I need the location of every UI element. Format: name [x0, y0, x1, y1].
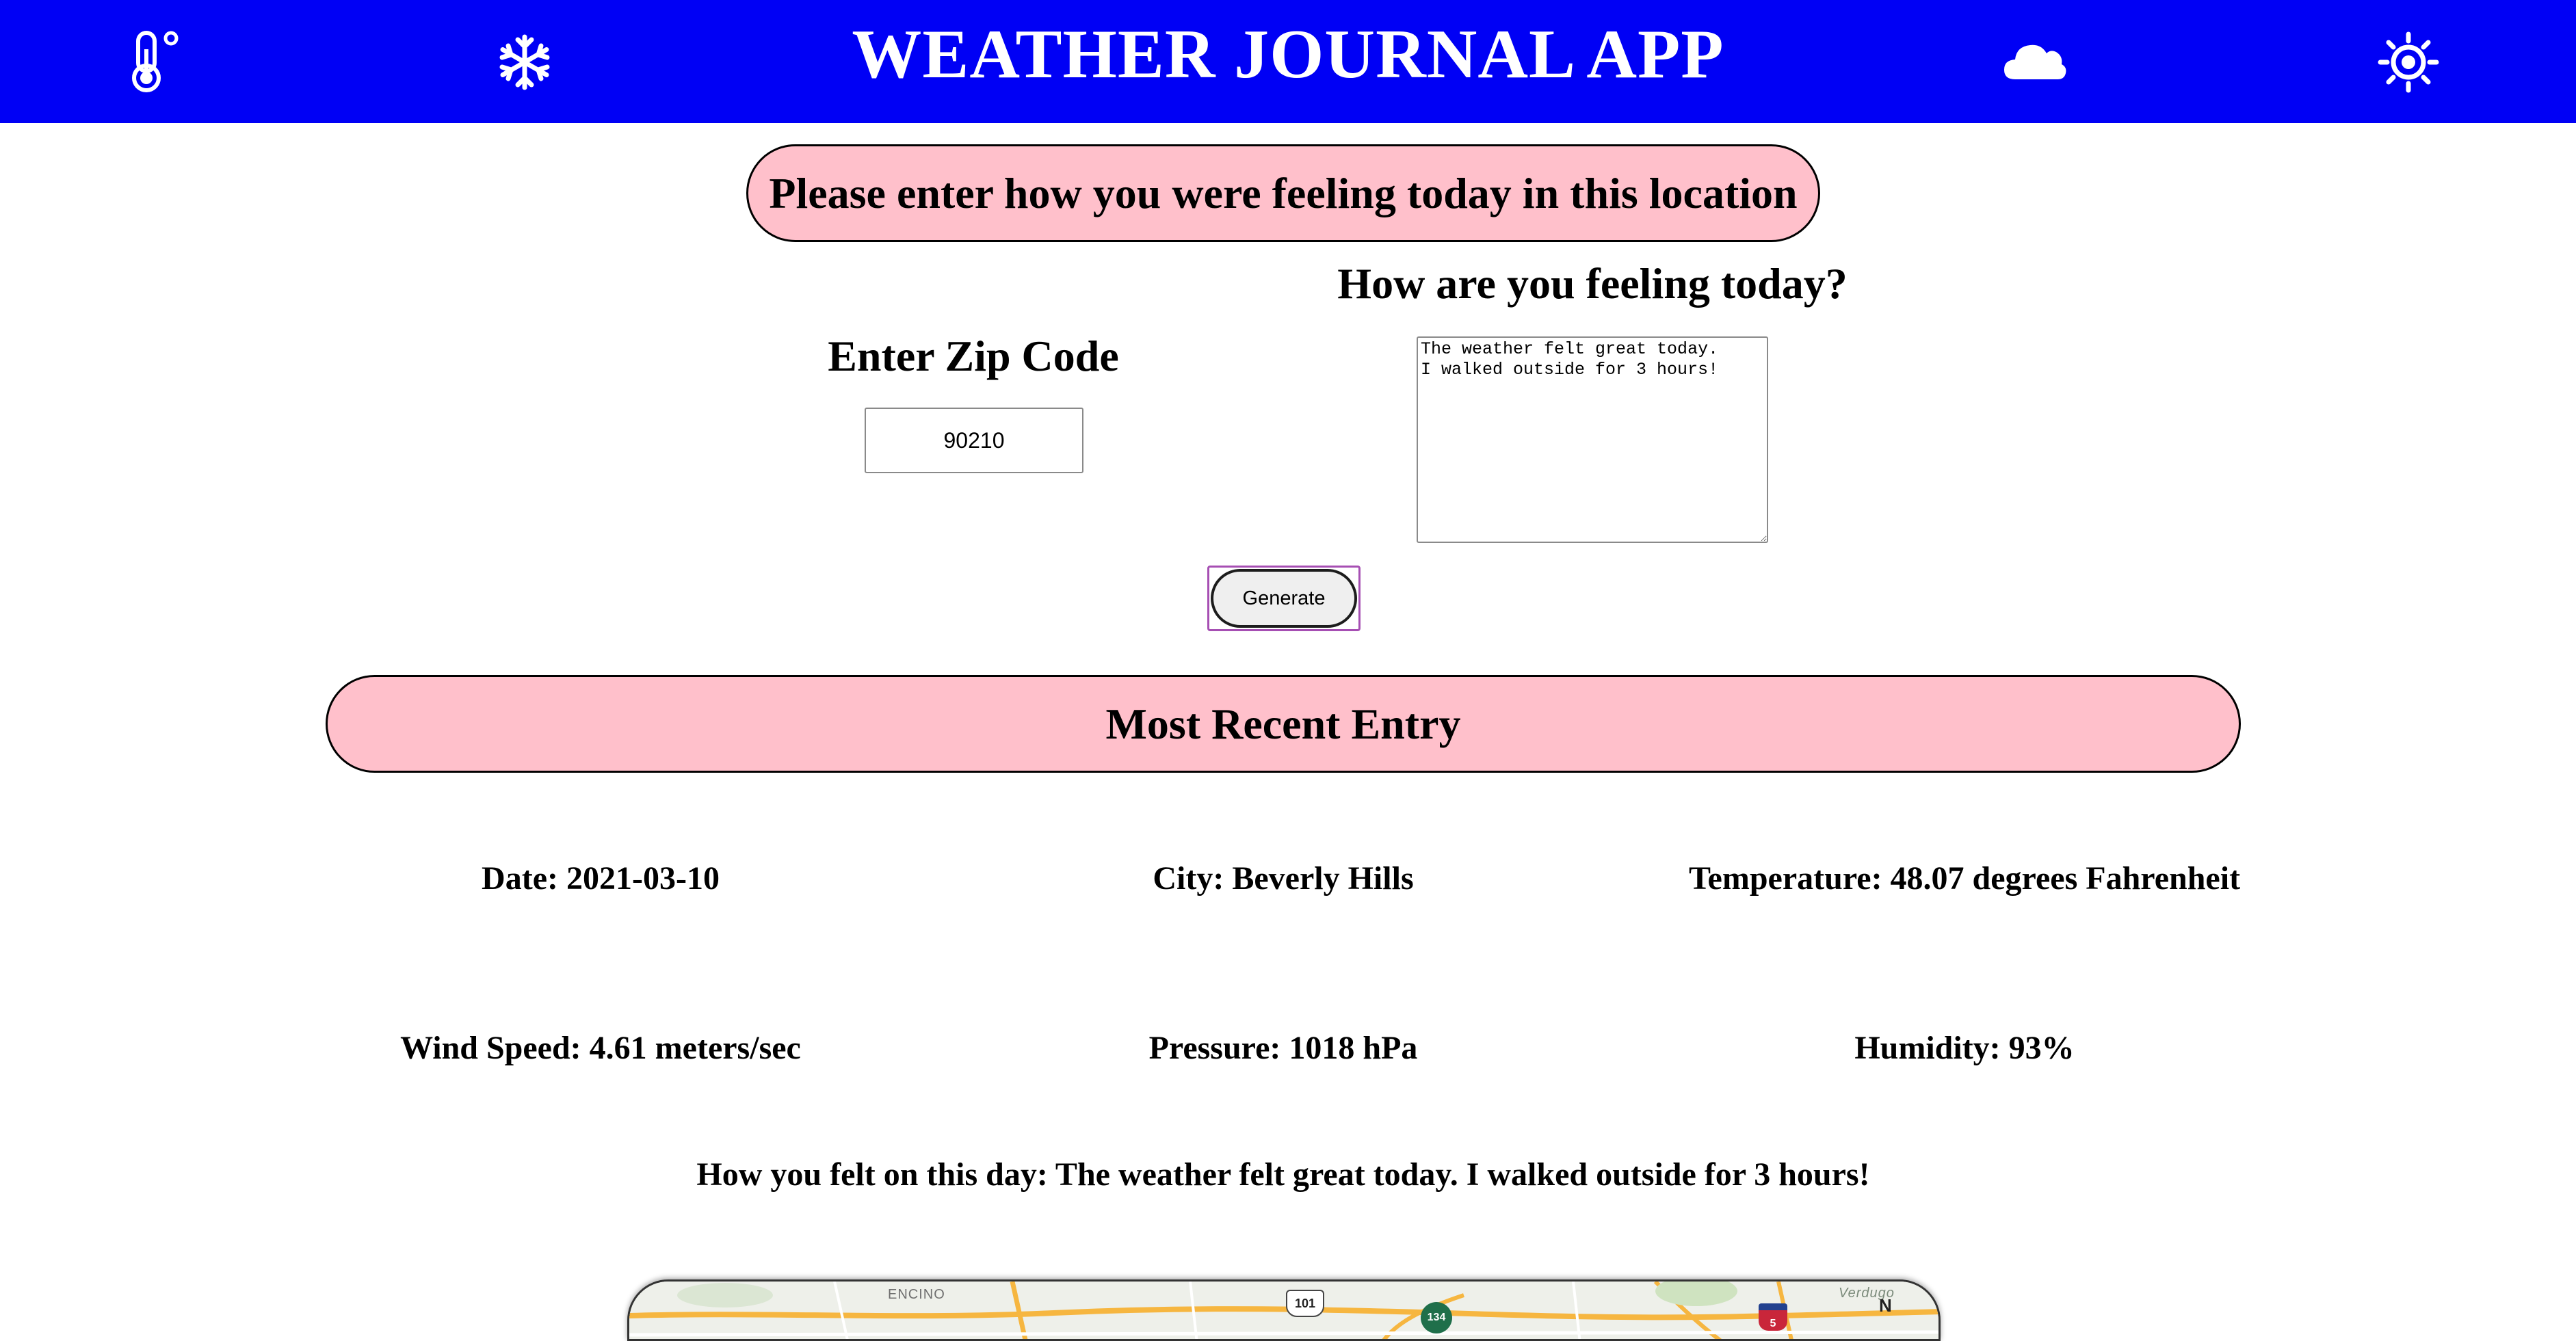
interstate-5-shield: 5 [1759, 1303, 1787, 1331]
sun-icon [2378, 31, 2439, 93]
entry-pressure: Pressure: 1018 hPa [1148, 1030, 1418, 1066]
map-label-encino: ENCINO [888, 1287, 945, 1302]
app-header: WEATHER JOURNAL APP [0, 0, 2576, 123]
entry-temperature: Temperature: 48.07 degrees Fahrenheit [1688, 860, 2241, 897]
cloud-icon [2004, 44, 2066, 79]
compass-north-icon: N [1879, 1295, 1892, 1316]
entry-city: City: Beverly Hills [1153, 860, 1414, 897]
entry-wind-speed: Wind Speed: 4.61 meters/sec [400, 1030, 801, 1066]
zip-input[interactable] [865, 408, 1083, 473]
route-134-shield: 134 [1421, 1302, 1452, 1333]
entry-date: Date: 2021-03-10 [482, 860, 720, 897]
map-roads [629, 1282, 1938, 1339]
feelings-label: How are you feeling today? [1337, 259, 1848, 308]
entry-prompt-banner: Please enter how you were feeling today … [746, 144, 1820, 242]
location-map[interactable]: ENCINO Verdugo 101 134 5 N [627, 1279, 1941, 1341]
entry-humidity: Humidity: 93% [1854, 1030, 2075, 1066]
route-101-shield: 101 [1286, 1290, 1324, 1317]
generate-button[interactable]: Generate [1211, 569, 1357, 628]
app-title: WEATHER JOURNAL APP [852, 16, 1724, 93]
feelings-textarea[interactable]: The weather felt great today. I walked o… [1417, 336, 1768, 543]
entry-feelings: How you felt on this day: The weather fe… [696, 1156, 1870, 1193]
generate-focus-ring: Generate [1207, 566, 1361, 631]
recent-entry-heading: Most Recent Entry [326, 675, 2241, 773]
zip-label: Enter Zip Code [828, 332, 1119, 380]
